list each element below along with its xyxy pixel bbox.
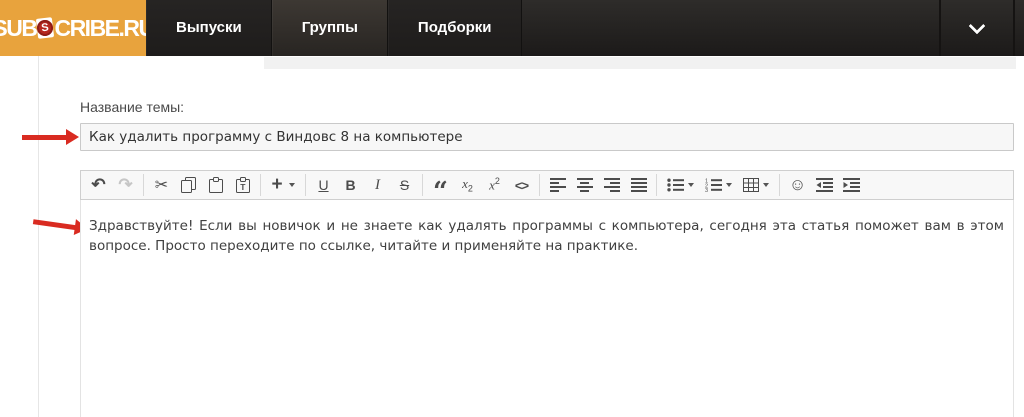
code-icon: <> (514, 177, 529, 193)
align-right-icon (603, 178, 620, 192)
outdent-icon (816, 178, 833, 192)
align-left-button[interactable] (544, 173, 571, 197)
undo-button[interactable]: ↶ (85, 173, 112, 197)
svg-text:3: 3 (705, 188, 708, 192)
italic-button[interactable]: I (364, 173, 391, 197)
toolbar-separator (260, 174, 261, 196)
toolbar-separator (422, 174, 423, 196)
inactive-tabstrip[interactable] (264, 57, 1016, 69)
cut-icon: ✂ (154, 177, 169, 194)
undo-icon: ↶ (91, 175, 106, 194)
paste-as-text-button[interactable]: T (229, 173, 256, 197)
underline-button[interactable]: U (310, 173, 337, 197)
redo-button[interactable]: ↷ (112, 173, 139, 197)
insert-dropdown-button[interactable]: + (265, 173, 301, 197)
align-justify-button[interactable] (625, 173, 652, 197)
topic-title-input[interactable] (80, 123, 1014, 151)
bullet-list-icon (666, 178, 684, 192)
page: SUB S CRIBE.RU Выпуски Группы Подборки Н… (0, 0, 1024, 417)
toolbar-separator (779, 174, 780, 196)
align-right-button[interactable] (598, 173, 625, 197)
subscribe-ru-logo[interactable]: SUB S CRIBE.RU (0, 0, 146, 56)
svg-text:T: T (240, 182, 246, 192)
caret-down-icon (288, 183, 295, 187)
nav-tab-vypuski[interactable]: Выпуски (146, 0, 272, 56)
align-center-button[interactable] (571, 173, 598, 197)
caret-down-icon (725, 183, 732, 187)
redo-icon: ↷ (118, 175, 133, 194)
align-center-icon (576, 178, 593, 192)
nav-tab-podborki[interactable]: Подборки (387, 0, 522, 56)
subscript-icon: x2 (462, 176, 473, 194)
superscript-icon: x2 (489, 176, 500, 193)
numbered-list-button[interactable]: 123 (699, 173, 737, 197)
blockquote-button[interactable]: “ (427, 173, 454, 207)
content-left-divider (38, 56, 39, 417)
nav-tab-gruppy[interactable]: Группы (271, 0, 388, 56)
cut-button[interactable]: ✂ (148, 173, 175, 197)
italic-icon: I (375, 176, 380, 193)
rich-text-editor: ↶ ↷ ✂ T + U B I S “ x2 x2 <> 1 2 3 ☺ Здр… (80, 170, 1014, 417)
copy-icon (181, 177, 196, 193)
emoticons-button[interactable]: ☺ (784, 173, 811, 197)
toolbar-separator (305, 174, 306, 196)
table-icon (743, 178, 759, 192)
arrow-head (66, 129, 79, 145)
bold-button[interactable]: B (337, 173, 364, 197)
top-navigation-bar: SUB S CRIBE.RU Выпуски Группы Подборки (0, 0, 1024, 56)
toolbar-separator (143, 174, 144, 196)
main-nav: Выпуски Группы Подборки (146, 0, 1024, 56)
table-button[interactable] (737, 173, 775, 197)
subscript-button[interactable]: x2 (454, 173, 481, 197)
copy-button[interactable] (175, 173, 202, 197)
logo-text-right: CRIBE.RU (54, 14, 146, 41)
code-button[interactable]: <> (508, 173, 535, 197)
outdent-button[interactable] (811, 173, 838, 197)
indent-icon (843, 178, 860, 192)
bold-icon: B (345, 177, 356, 193)
toolbar-separator (656, 174, 657, 196)
arrow-shaft (32, 218, 78, 230)
chevron-down-icon (968, 17, 986, 35)
caret-down-icon (763, 183, 769, 187)
bullet-list-button[interactable] (661, 173, 699, 197)
logo-text-left: SUB (0, 14, 38, 41)
superscript-button[interactable]: x2 (481, 173, 508, 197)
insert-plus-icon: + (271, 174, 283, 195)
strikethrough-icon: S (399, 177, 410, 193)
align-justify-icon (630, 178, 647, 192)
editor-content-area[interactable]: Здравствуйте! Если вы новичок и не знает… (80, 200, 1014, 417)
s-badge-letter: S (36, 19, 55, 37)
topic-title-label: Название темы: (80, 99, 185, 115)
arrow-shaft (22, 134, 68, 140)
editor-paragraph: Здравствуйте! Если вы новичок и не знает… (89, 218, 1004, 254)
annotation-arrow-title (22, 129, 79, 145)
caret-down-icon (687, 183, 694, 187)
paste-button[interactable] (202, 173, 229, 197)
paste-text-icon: T (235, 177, 250, 193)
emoticons-icon: ☺ (788, 175, 807, 194)
nav-tail (1015, 0, 1024, 56)
indent-button[interactable] (838, 173, 865, 197)
strikethrough-button[interactable]: S (391, 173, 418, 197)
align-left-icon (549, 178, 566, 192)
numbered-list-icon: 123 (705, 179, 722, 192)
underline-icon: U (318, 177, 329, 193)
s-badge-icon: S (36, 17, 55, 39)
toolbar-separator (539, 174, 540, 196)
editor-toolbar: ↶ ↷ ✂ T + U B I S “ x2 x2 <> 1 2 3 ☺ (80, 170, 1014, 207)
paste-icon (208, 177, 223, 193)
blockquote-icon: “ (433, 177, 448, 207)
nav-dropdown-button[interactable] (939, 0, 1015, 56)
